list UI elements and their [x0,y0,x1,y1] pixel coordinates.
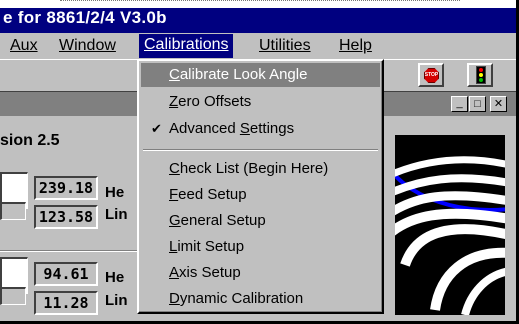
menu-window[interactable]: Window [59,37,116,55]
globe-stripes-logo [395,135,505,315]
minimize-button[interactable]: _ [451,96,468,112]
clipped-window-edge [0,0,516,8]
checkmark-icon: ✔ [151,121,162,136]
menu-item-check-list[interactable]: Check List (Begin Here) [141,157,380,181]
maximize-icon: □ [474,98,481,110]
menu-utilities[interactable]: Utilities [259,37,311,55]
reading-label-1: He [105,184,125,201]
reading-value-4: 11.28 [34,291,98,315]
title-bar[interactable]: e for 8861/2/4 V3.0b [0,0,516,33]
group-divider [0,250,150,252]
menu-item-feed-setup[interactable]: Feed Setup [141,183,380,207]
indicator-panel-4 [0,287,26,305]
traffic-light-button[interactable] [467,63,493,87]
reading-value-2: 123.58 [34,205,98,229]
minimize-icon: _ [456,97,463,109]
traffic-light-icon [476,66,486,84]
reading-label-2: Lin [105,206,128,223]
menu-item-zero-offsets[interactable]: Zero Offsets [141,90,380,114]
maximize-button[interactable]: □ [469,96,486,112]
version-label: sion 2.5 [0,132,60,149]
window-title: e for 8861/2/4 V3.0b [3,8,167,27]
menu-item-calibrate-look-angle[interactable]: Calibrate Look Angle [141,63,380,87]
menu-window-label: Window [59,37,116,54]
stop-button[interactable]: STOP [418,63,444,87]
menu-item-limit-setup[interactable]: Limit Setup [141,235,380,259]
indicator-panel-2 [0,202,26,220]
menu-help[interactable]: Help [339,37,372,55]
menu-separator [143,149,378,151]
close-icon: ✕ [493,98,504,110]
reading-value-3: 94.61 [34,262,98,286]
menu-item-axis-setup[interactable]: Axis Setup [141,261,380,285]
menu-utilities-label: Utilities [259,37,311,54]
menu-bar: Aux Window Calibrations Utilities Help [0,33,516,59]
stop-icon-text: STOP [424,72,439,78]
close-button[interactable]: ✕ [490,96,507,112]
menu-calibrations-label: Calibrations [144,36,229,53]
calibrations-dropdown: Calibrate Look Angle Zero Offsets ✔ Advan… [137,59,384,314]
reading-label-4: Lin [105,292,128,309]
reading-value-1: 239.18 [34,176,98,200]
reading-label-3: He [105,269,125,286]
menu-help-label: Help [339,37,372,54]
menu-calibrations[interactable]: Calibrations [139,34,234,58]
menu-item-advanced-settings[interactable]: ✔ Advanced Settings [141,117,380,141]
menu-item-general-setup[interactable]: General Setup [141,209,380,233]
application-window: e for 8861/2/4 V3.0b Aux Window Calibrat… [0,0,519,324]
menu-aux-label: Aux [10,37,38,54]
menu-aux[interactable]: Aux [10,37,38,55]
menu-item-dynamic-calibration[interactable]: Dynamic Calibration [141,287,380,311]
company-logo [395,135,505,315]
